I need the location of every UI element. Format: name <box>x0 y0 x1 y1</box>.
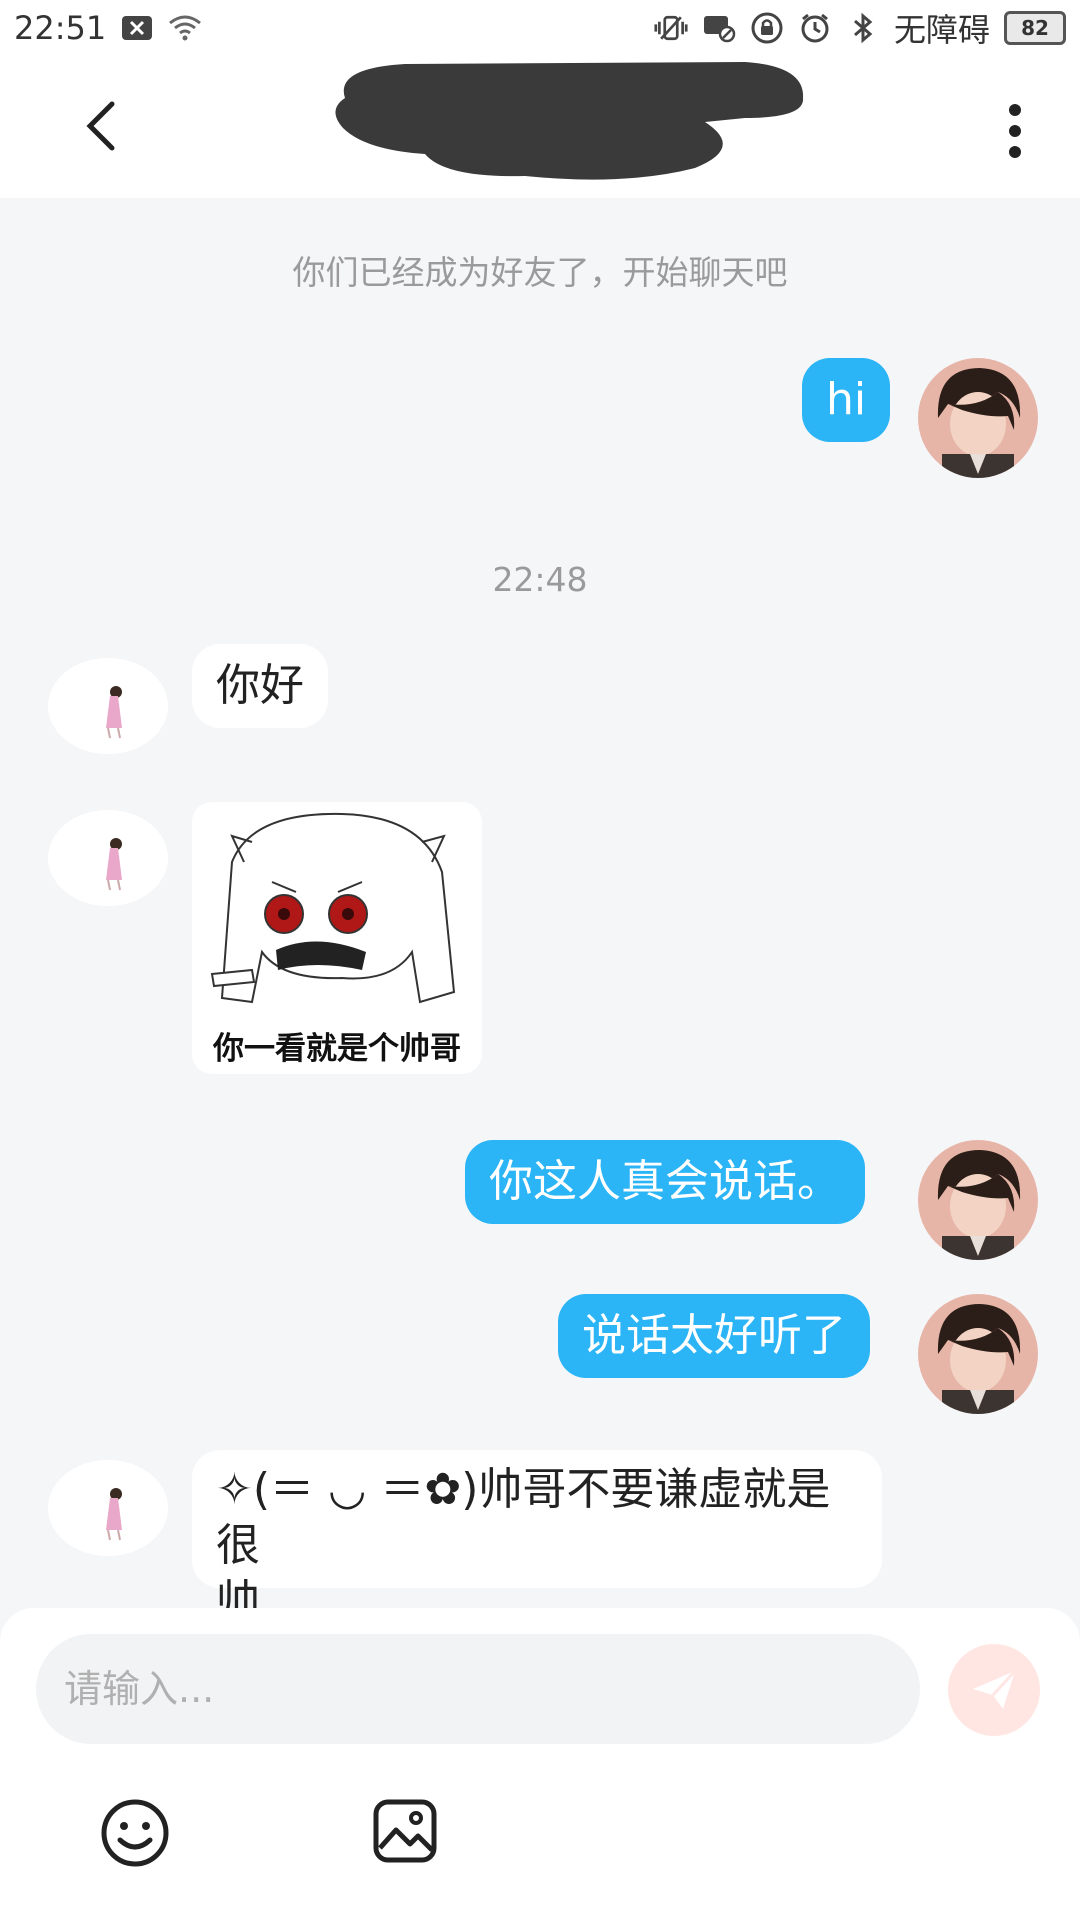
message-timestamp: 22:48 <box>492 560 588 599</box>
chat-area[interactable]: 你们已经成为好友了，开始聊天吧 hi 22:48 你好 你一看就是个帅哥 你这人… <box>0 198 1080 1627</box>
close-box-icon <box>120 11 154 45</box>
message-text: 你这人真会说话。 <box>489 1156 841 1207</box>
smiley-icon <box>101 1799 169 1867</box>
message-text: 说话太好听了 <box>582 1310 846 1361</box>
back-button[interactable] <box>70 96 130 156</box>
sticker-drawing <box>210 812 456 1004</box>
chat-header <box>0 56 1080 198</box>
emoji-button[interactable] <box>100 1798 170 1868</box>
status-bar: 22:51 无障碍 82 <box>0 0 1080 56</box>
message-text: 你好 <box>216 660 304 711</box>
more-vertical-icon <box>1009 104 1021 158</box>
image-icon <box>373 1799 437 1863</box>
more-options-button[interactable] <box>990 96 1040 166</box>
message-input[interactable] <box>36 1634 920 1744</box>
my-avatar[interactable] <box>918 358 1038 478</box>
bluetooth-icon <box>846 11 880 45</box>
contact-avatar[interactable] <box>48 658 168 754</box>
status-right: 无障碍 82 <box>654 5 1066 51</box>
my-avatar[interactable] <box>918 1140 1038 1260</box>
wifi-icon <box>168 11 202 45</box>
vibrate-icon <box>654 11 688 45</box>
status-time: 22:51 <box>14 9 107 47</box>
system-message: 你们已经成为好友了，开始聊天吧 <box>292 253 788 292</box>
my-message-bubble[interactable]: 说话太好听了 <box>558 1294 870 1378</box>
lock-icon <box>750 11 784 45</box>
contact-message-bubble[interactable]: ✧(＝ ◡ ＝✿)帅哥不要谦虚就是很 帅 <box>192 1450 882 1627</box>
message-text: hi <box>826 374 867 425</box>
chevron-left-icon <box>86 101 115 151</box>
alarm-icon <box>798 11 832 45</box>
send-button[interactable] <box>948 1644 1040 1736</box>
message-text-line: ✧(＝ ◡ ＝✿)帅哥不要谦虚就是很 <box>216 1464 831 1571</box>
contact-avatar[interactable] <box>48 810 168 906</box>
my-message-bubble[interactable]: 你这人真会说话。 <box>465 1140 865 1224</box>
battery-indicator: 82 <box>1004 11 1066 45</box>
message-off-icon <box>702 11 736 45</box>
accessibility-label: 无障碍 <box>893 11 990 49</box>
contact-message-bubble[interactable]: 你好 <box>192 644 328 728</box>
status-left: 22:51 <box>14 9 202 47</box>
my-message-bubble[interactable]: hi <box>802 358 891 442</box>
image-button[interactable] <box>372 1798 438 1864</box>
send-icon <box>973 1669 1017 1709</box>
redacted-title <box>335 62 804 180</box>
sticker-image[interactable]: 你一看就是个帅哥 <box>192 802 482 1074</box>
input-panel <box>0 1608 1080 1920</box>
contact-avatar[interactable] <box>48 1460 168 1556</box>
my-avatar[interactable] <box>918 1294 1038 1414</box>
sticker-caption: 你一看就是个帅哥 <box>213 1031 461 1067</box>
